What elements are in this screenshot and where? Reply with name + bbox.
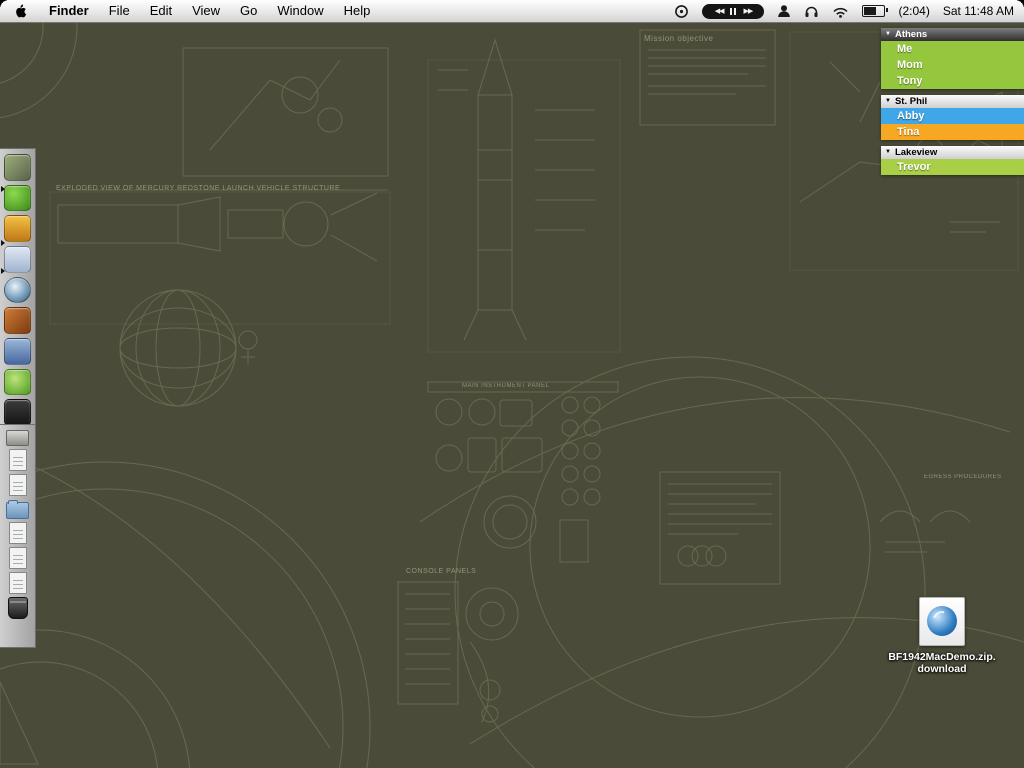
dock-drive-icon[interactable] xyxy=(6,430,29,446)
buddy-name: Me xyxy=(897,43,913,55)
buddy-group-header-athens[interactable]: ▼ Athens xyxy=(881,28,1024,41)
dock-app-icon-7[interactable] xyxy=(4,338,31,365)
buddy-list-window: ▼ Athens Me Mom Tony ▼ St. Phil Abby Tin… xyxy=(881,28,1024,181)
buddy-name: Trevor xyxy=(897,161,931,173)
dock-app-icon-5[interactable] xyxy=(4,276,31,304)
buddy-group-name: St. Phil xyxy=(894,96,928,107)
disclosure-arrow-icon[interactable] xyxy=(1,240,5,246)
buddy-group-athens: ▼ Athens Me Mom Tony xyxy=(881,28,1024,89)
dock-doc-icon[interactable] xyxy=(8,522,27,544)
buddy-row-me[interactable]: Me xyxy=(881,41,1024,57)
wifi-icon[interactable] xyxy=(832,5,849,18)
buddy-name: Abby xyxy=(897,110,925,122)
disclosure-triangle-icon: ▼ xyxy=(885,98,891,104)
desktop: { "menu_bar": { "menus": ["Finder", "Fil… xyxy=(0,0,1024,768)
buddy-name: Tony xyxy=(897,75,923,87)
dock-folder-icon[interactable] xyxy=(6,500,29,519)
download-filename-line1: BF1942MacDemo.zip. xyxy=(888,651,996,663)
menu-edit[interactable]: Edit xyxy=(140,0,182,22)
buddy-row-mom[interactable]: Mom xyxy=(881,57,1024,73)
dock-jar-icon[interactable] xyxy=(7,597,28,619)
fast-forward-icon[interactable]: ▶▶ xyxy=(743,4,753,19)
dock-app-icon-3[interactable] xyxy=(4,215,31,243)
wallpaper-label-mission: Mission objective xyxy=(644,34,714,43)
apple-logo-icon xyxy=(16,3,27,17)
dock-app-icon-2[interactable] xyxy=(4,184,31,212)
disclosure-triangle-icon: ▼ xyxy=(885,149,891,155)
screen-corner-left xyxy=(0,0,9,9)
buddy-row-abby[interactable]: Abby xyxy=(881,108,1024,124)
menu-bar: Finder File Edit View Go Window Help ◀◀ … xyxy=(0,0,1024,23)
buddy-group-name: Lakeview xyxy=(894,147,938,158)
menu-window[interactable]: Window xyxy=(267,0,333,22)
buddy-group-header-st-phil[interactable]: ▼ St. Phil xyxy=(881,95,1024,108)
dock-applications-strip xyxy=(0,148,36,432)
disclosure-arrow-icon[interactable] xyxy=(1,268,5,274)
dock-documents-strip xyxy=(0,424,36,648)
buddy-row-tina[interactable]: Tina xyxy=(881,124,1024,140)
dock-app-icon-8[interactable] xyxy=(4,368,31,396)
menu-help[interactable]: Help xyxy=(334,0,381,22)
buddy-group-header-lakeview[interactable]: ▼ Lakeview xyxy=(881,146,1024,159)
dock-doc-icon[interactable] xyxy=(8,572,27,594)
screen-corner-right xyxy=(1015,0,1024,9)
menu-finder[interactable]: Finder xyxy=(39,0,99,22)
menu-bar-status-items: ◀◀ ▶▶ (2:04) Sat 11:48 AM xyxy=(674,0,1024,22)
pause-icon[interactable] xyxy=(730,7,737,15)
wallpaper-label-exploded-view: EXPLODED VIEW OF MERCURY REDSTONE LAUNCH… xyxy=(56,185,341,192)
wallpaper-label-instrument-panel: MAIN INSTRUMENT PANEL xyxy=(462,383,550,389)
dock-app-icon-6[interactable] xyxy=(4,307,31,335)
dock-doc-icon[interactable] xyxy=(8,449,27,471)
user-status-icon[interactable] xyxy=(777,4,791,18)
buddy-row-trevor[interactable]: Trevor xyxy=(881,159,1024,175)
menu-bar-clock[interactable]: Sat 11:48 AM xyxy=(943,4,1014,18)
menu-view[interactable]: View xyxy=(182,0,230,22)
battery-icon[interactable] xyxy=(862,5,889,17)
dock-doc-icon[interactable] xyxy=(8,474,27,496)
desktop-download-item[interactable]: BF1942MacDemo.zip. download xyxy=(862,597,1022,675)
download-filename-line2: download xyxy=(917,663,967,675)
menu-bar-menus: Finder File Edit View Go Window Help xyxy=(0,0,380,22)
buddy-name: Mom xyxy=(897,59,923,71)
download-file-icon[interactable] xyxy=(919,597,965,646)
status-dial-icon[interactable] xyxy=(674,4,689,19)
dock-app-icon-9[interactable] xyxy=(4,399,31,427)
disclosure-triangle-icon: ▼ xyxy=(885,31,891,37)
headphones-icon[interactable] xyxy=(804,5,819,18)
playback-controls[interactable]: ◀◀ ▶▶ xyxy=(702,3,765,19)
buddy-name: Tina xyxy=(897,126,920,138)
wallpaper-label-console-panels: CONSOLE PANELS xyxy=(406,568,477,575)
dock-app-icon-1[interactable] xyxy=(4,154,31,181)
dock-app-icon-4[interactable] xyxy=(4,246,31,273)
buddy-group-name: Athens xyxy=(894,29,928,40)
battery-time[interactable]: (2:04) xyxy=(898,4,929,18)
rewind-icon[interactable]: ◀◀ xyxy=(715,4,725,19)
dock-doc-icon[interactable] xyxy=(8,547,27,569)
buddy-row-tony[interactable]: Tony xyxy=(881,73,1024,89)
wallpaper-label-egress: EGRESS PROCEDURES xyxy=(924,474,1002,480)
buddy-group-lakeview: ▼ Lakeview Trevor xyxy=(881,146,1024,175)
menu-go[interactable]: Go xyxy=(230,0,267,22)
download-badge-icon xyxy=(927,606,957,636)
menu-file[interactable]: File xyxy=(99,0,140,22)
disclosure-arrow-icon[interactable] xyxy=(1,186,5,192)
buddy-group-st-phil: ▼ St. Phil Abby Tina xyxy=(881,95,1024,140)
